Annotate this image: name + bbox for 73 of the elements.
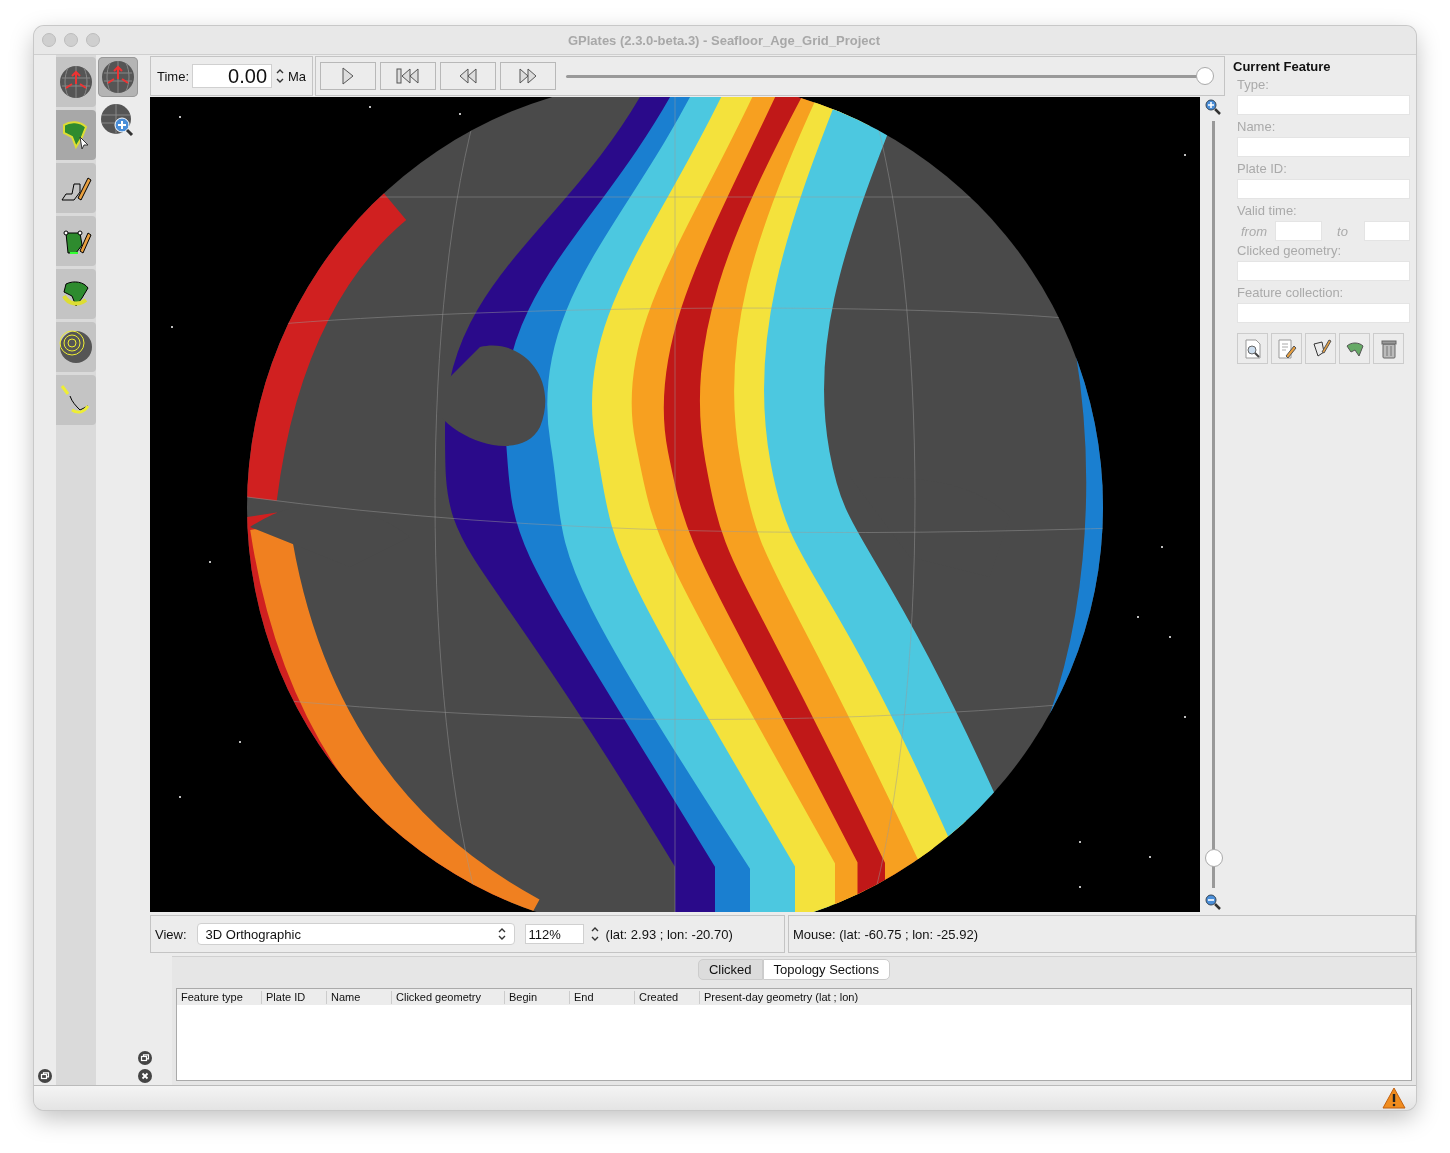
input-field[interactable] bbox=[1237, 95, 1410, 115]
globe-arrows-icon bbox=[100, 59, 136, 95]
fast-forward-button[interactable] bbox=[500, 62, 557, 90]
column-header[interactable]: Name bbox=[327, 990, 392, 1004]
tab[interactable]: Clicked bbox=[697, 959, 763, 980]
globe-arrows-icon bbox=[58, 64, 94, 100]
camera-coordinates: (lat: 2.93 ; lon: -20.70) bbox=[605, 926, 733, 942]
zoom-slider[interactable] bbox=[1203, 119, 1222, 890]
panel-title: Current Feature bbox=[1233, 59, 1332, 74]
restore-icon[interactable] bbox=[38, 1069, 52, 1083]
mouse-coordinates: Mouse: (lat: -60.75 ; lon: -25.92) bbox=[793, 926, 978, 942]
column-header[interactable]: End bbox=[570, 990, 635, 1004]
zoom-in-icon[interactable] bbox=[1204, 99, 1221, 115]
warning-icon[interactable] bbox=[1382, 1087, 1406, 1109]
column-header[interactable]: Feature type bbox=[177, 990, 262, 1004]
column-header[interactable]: Created bbox=[635, 990, 700, 1004]
field-label: Feature collection: bbox=[1236, 285, 1345, 300]
slider-thumb[interactable] bbox=[1196, 67, 1214, 85]
document-pencil-icon bbox=[1275, 337, 1298, 360]
globe-rings-icon bbox=[58, 329, 94, 365]
geometry-edit-button[interactable] bbox=[1305, 333, 1336, 364]
query-button[interactable] bbox=[1237, 333, 1268, 364]
input-field[interactable] bbox=[1237, 137, 1410, 157]
tool-button[interactable] bbox=[56, 322, 96, 372]
stepper-icon[interactable] bbox=[589, 925, 600, 943]
input-field[interactable] bbox=[1363, 221, 1410, 241]
input-field[interactable] bbox=[1237, 179, 1410, 199]
time-label: Time: bbox=[157, 68, 190, 84]
zoom-spinbox[interactable]: 112% bbox=[524, 924, 584, 944]
from-label: from bbox=[1240, 223, 1268, 239]
column-header[interactable]: Plate ID bbox=[262, 990, 327, 1004]
input-field[interactable] bbox=[1275, 221, 1322, 241]
tool-button[interactable] bbox=[56, 269, 96, 319]
stepper-icon[interactable] bbox=[275, 67, 286, 85]
globe-zoom-icon bbox=[100, 103, 136, 139]
column-header[interactable]: Clicked geometry bbox=[392, 990, 505, 1004]
edit-button[interactable] bbox=[1271, 333, 1302, 364]
input-field[interactable] bbox=[1237, 303, 1410, 323]
rewind-icon bbox=[459, 67, 478, 85]
play-icon bbox=[341, 67, 356, 85]
input-field[interactable] bbox=[1237, 261, 1410, 281]
time-slider[interactable] bbox=[564, 66, 1214, 86]
globe-view[interactable] bbox=[150, 97, 1200, 912]
tab[interactable]: Topology Sections bbox=[762, 959, 891, 980]
column-header[interactable]: Begin bbox=[505, 990, 570, 1004]
tool-button[interactable] bbox=[56, 216, 96, 266]
rewind-button[interactable] bbox=[440, 62, 497, 90]
play-button[interactable] bbox=[320, 62, 377, 90]
field-label: Name: bbox=[1236, 119, 1277, 134]
field-label: Clicked geometry: bbox=[1236, 243, 1343, 258]
projection-dropdown[interactable]: 3D Orthographic bbox=[196, 923, 515, 945]
slider-thumb[interactable] bbox=[1204, 849, 1223, 868]
field-label: Type: bbox=[1236, 77, 1270, 92]
field-label: Plate ID: bbox=[1236, 161, 1288, 176]
window-title: GPlates (2.3.0-beta.3) - Seafloor_Age_Grid_Project bbox=[566, 32, 882, 48]
restore-icon[interactable] bbox=[138, 1051, 152, 1065]
column-header[interactable]: Present-day geometry (lat ; lon) bbox=[700, 990, 954, 1004]
reset-button[interactable] bbox=[380, 62, 437, 90]
tool-button[interactable] bbox=[98, 57, 138, 97]
time-unit: Ma bbox=[288, 68, 307, 84]
zoom-out-icon[interactable] bbox=[1204, 894, 1221, 910]
skip-back-icon bbox=[396, 67, 421, 85]
chevron-icon bbox=[497, 927, 506, 941]
time-spinbox[interactable]: 0.00 bbox=[192, 64, 273, 88]
fast-forward-icon bbox=[519, 67, 538, 85]
delete-button[interactable] bbox=[1373, 333, 1404, 364]
close-icon[interactable] bbox=[138, 1069, 152, 1083]
view-label: View: bbox=[155, 926, 187, 942]
plate-button[interactable] bbox=[1339, 333, 1370, 364]
tool-button[interactable] bbox=[56, 163, 96, 213]
to-label: to bbox=[1336, 223, 1349, 239]
field-label: Valid time: bbox=[1236, 203, 1298, 218]
tool-button[interactable] bbox=[56, 57, 96, 107]
